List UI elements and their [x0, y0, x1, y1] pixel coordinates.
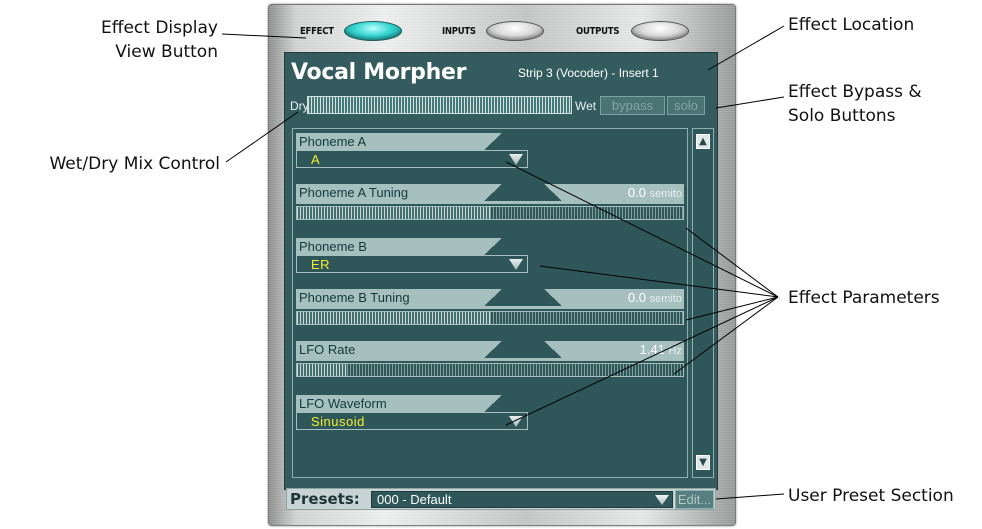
presets-label: Presets:: [290, 490, 360, 508]
chevron-down-icon: [509, 416, 523, 427]
phoneme-b-tuning-slider[interactable]: [296, 311, 684, 325]
param-label: Phoneme A: [296, 133, 484, 150]
effect-view-button[interactable]: EFFECT: [300, 21, 402, 41]
value-unit: semito: [649, 293, 682, 305]
callout-effect-parameters: Effect Parameters: [788, 288, 940, 308]
preset-edit-button[interactable]: Edit...: [675, 490, 714, 509]
value-unit: semito: [649, 188, 682, 200]
param-value: 0.0 semito: [562, 289, 684, 306]
solo-button[interactable]: solo: [667, 96, 705, 115]
tab-underline: [296, 201, 684, 204]
param-label: Phoneme B: [296, 238, 484, 255]
wet-dry-mix-slider[interactable]: [307, 96, 572, 114]
arrow-up-icon: ▲: [699, 136, 707, 147]
view-button-bar: EFFECT INPUTS OUTPUTS: [296, 17, 706, 43]
outputs-view-label: OUTPUTS: [576, 25, 620, 37]
tab-slope: [484, 395, 502, 412]
select-value: A: [311, 152, 321, 167]
inputs-view-label: INPUTS: [442, 25, 476, 37]
lfo-waveform-select[interactable]: Sinusoid: [296, 412, 528, 430]
preset-select[interactable]: 000 - Default: [371, 491, 673, 508]
chevron-down-icon: [655, 495, 669, 505]
outputs-view-button[interactable]: OUTPUTS: [576, 21, 689, 41]
effect-location: Strip 3 (Vocoder) - Insert 1: [518, 66, 659, 80]
effect-view-label: EFFECT: [300, 25, 334, 37]
param-label: Phoneme A Tuning: [296, 184, 484, 201]
value-number: 1.41: [639, 342, 665, 357]
tab-slope: [484, 238, 502, 255]
scroll-down-button[interactable]: ▼: [696, 455, 710, 470]
bypass-button[interactable]: bypass: [600, 96, 665, 115]
tab-slope: [484, 341, 502, 358]
callout-user-preset-section: User Preset Section: [788, 486, 954, 506]
select-value: ER: [311, 257, 331, 272]
slider-rest: [490, 207, 683, 219]
value-unit: Hz: [668, 345, 682, 357]
value-slope: [544, 341, 562, 358]
callout-effect-display-view-button: Effect Display View Button: [101, 18, 218, 62]
param-label: LFO Rate: [296, 341, 484, 358]
arrow-down-icon: ▼: [699, 457, 707, 468]
inputs-view-indicator[interactable]: [485, 21, 544, 41]
preset-section: Presets: 000 - Default Edit...: [286, 488, 716, 510]
select-value: Sinusoid: [311, 414, 365, 429]
scroll-up-button[interactable]: ▲: [696, 134, 710, 149]
param-value: 0.0 semito: [562, 184, 684, 201]
value-number: 0.0: [627, 185, 646, 200]
slider-rest: [347, 364, 683, 376]
param-label: LFO Waveform: [296, 395, 484, 412]
effect-view-indicator[interactable]: [343, 21, 402, 41]
slider-fill: [297, 312, 490, 324]
inputs-view-button[interactable]: INPUTS: [442, 21, 544, 41]
slider-fill: [297, 364, 348, 376]
value-number: 0.0: [627, 290, 646, 305]
param-value: 1.41 Hz: [562, 341, 684, 358]
phoneme-b-select[interactable]: ER: [296, 255, 528, 273]
slider-fill: [297, 207, 490, 219]
slider-rest: [490, 312, 683, 324]
tab-slope: [484, 184, 502, 201]
value-slope: [544, 184, 562, 201]
callout-wet-dry-mix-control: Wet/Dry Mix Control: [49, 154, 220, 174]
param-label: Phoneme B Tuning: [296, 289, 484, 306]
preset-value: 000 - Default: [377, 492, 452, 507]
value-slope: [544, 289, 562, 306]
wet-label: Wet: [575, 99, 597, 113]
tab-underline: [296, 306, 684, 309]
callout-effect-location: Effect Location: [788, 15, 915, 35]
effect-title: Vocal Morpher: [291, 60, 467, 85]
tab-slope: [484, 289, 502, 306]
dry-label: Dry: [290, 99, 309, 113]
phoneme-a-tuning-slider[interactable]: [296, 206, 684, 220]
phoneme-a-select[interactable]: A: [296, 150, 528, 168]
callout-effect-bypass-solo: Effect Bypass & Solo Buttons: [788, 82, 922, 126]
lfo-rate-slider[interactable]: [296, 363, 684, 377]
chevron-down-icon: [509, 259, 523, 270]
outputs-view-indicator[interactable]: [630, 21, 689, 41]
tab-underline: [296, 358, 684, 361]
chevron-down-icon: [509, 154, 523, 165]
tab-slope: [484, 133, 502, 150]
parameter-scrollbar[interactable]: ▲ ▼: [692, 128, 714, 478]
